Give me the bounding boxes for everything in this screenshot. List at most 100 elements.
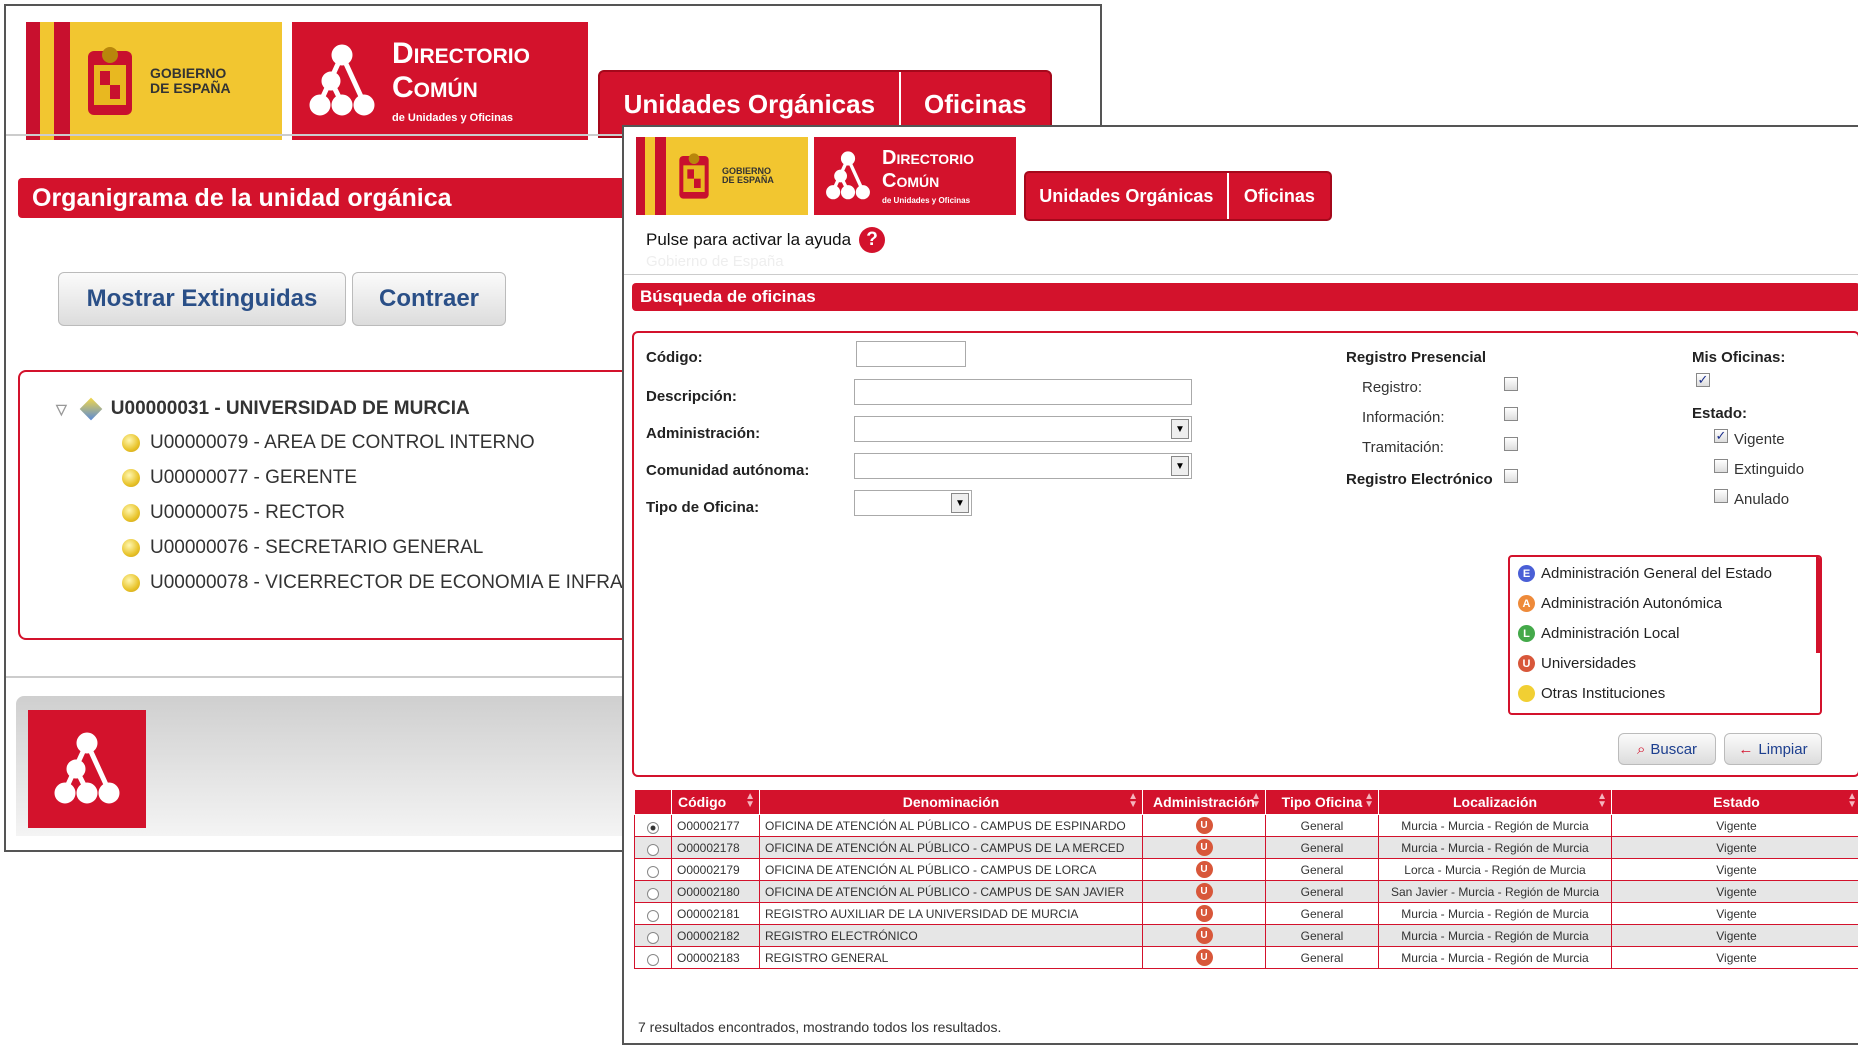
cell-administracion: U — [1143, 859, 1266, 881]
nav-unidades-organicas[interactable]: Unidades Orgánicas — [1026, 173, 1227, 219]
unit-bulb-icon — [122, 574, 140, 592]
table-row[interactable]: O00002183 REGISTRO GENERAL U General Mur… — [635, 947, 1858, 969]
coat-of-arms-icon — [70, 41, 150, 121]
cell-denominacion: OFICINA DE ATENCIÓN AL PÚBLICO - CAMPUS … — [760, 815, 1143, 837]
registro-checkbox[interactable] — [1504, 377, 1518, 391]
university-icon: U — [1196, 817, 1213, 834]
radio-button[interactable] — [647, 932, 659, 944]
network-icon — [292, 41, 392, 121]
extinguido-checkbox[interactable] — [1714, 459, 1728, 473]
cell-administracion: U — [1143, 925, 1266, 947]
sort-icon[interactable]: ▲▼ — [1847, 793, 1857, 809]
col-label: Administración — [1153, 794, 1255, 810]
cell-codigo: O00002178 — [672, 837, 760, 859]
radio-button[interactable] — [647, 866, 659, 878]
radio-button[interactable] — [647, 888, 659, 900]
radio-button[interactable] — [647, 954, 659, 966]
legend-item: AAdministración Autonómica — [1518, 595, 1722, 612]
row-select[interactable] — [635, 881, 672, 903]
unit-bulb-icon — [122, 504, 140, 522]
informacion-checkbox[interactable] — [1504, 407, 1518, 421]
gobierno-logo: GOBIERNO DE ESPAÑA — [26, 22, 282, 140]
cell-estado: Vigente — [1612, 859, 1858, 881]
cell-estado: Vigente — [1612, 837, 1858, 859]
mis-oficinas-label: Mis Oficinas: — [1692, 349, 1785, 366]
row-select[interactable] — [635, 925, 672, 947]
table-row[interactable]: O00002178 OFICINA DE ATENCIÓN AL PÚBLICO… — [635, 837, 1858, 859]
cube-icon — [79, 398, 102, 421]
gobierno-line1: GOBIERNO — [150, 66, 231, 81]
tramitacion-checkbox[interactable] — [1504, 437, 1518, 451]
col-tipo-oficina[interactable]: Tipo Oficina▲▼ — [1266, 790, 1379, 815]
tree-root[interactable]: ▽ U00000031 - UNIVERSIDAD DE MURCIA — [56, 398, 470, 420]
mis-oficinas-checkbox[interactable]: ✓ — [1696, 373, 1710, 387]
comunidad-select[interactable]: ▼ — [854, 453, 1192, 479]
radio-button[interactable] — [647, 910, 659, 922]
university-icon: U — [1518, 655, 1535, 672]
col-administracion[interactable]: Administración▲▼ — [1143, 790, 1266, 815]
administracion-label: Administración: — [646, 425, 760, 442]
show-extinct-button[interactable]: Mostrar Extinguidas — [58, 272, 346, 326]
tree-item-label: U00000077 - GERENTE — [150, 467, 357, 489]
tree-item[interactable]: U00000077 - GERENTE — [122, 467, 357, 489]
tree-item[interactable]: U00000078 - VICERRECTOR DE ECONOMIA E IN… — [122, 572, 623, 594]
anulado-checkbox[interactable] — [1714, 489, 1728, 503]
gobierno-line2: DE ESPAÑA — [150, 81, 231, 96]
registro-electronico-label: Registro Electrónico — [1346, 471, 1493, 488]
administracion-select[interactable]: ▼ — [854, 416, 1192, 442]
row-select[interactable] — [635, 903, 672, 925]
limpiar-button[interactable]: ←Limpiar — [1724, 733, 1822, 765]
sort-icon[interactable]: ▲▼ — [1251, 793, 1261, 809]
tipo-oficina-select[interactable]: ▼ — [854, 490, 972, 516]
table-row[interactable]: O00002182 REGISTRO ELECTRÓNICO U General… — [635, 925, 1858, 947]
col-denominacion[interactable]: Denominación▲▼ — [760, 790, 1143, 815]
col-localizacion[interactable]: Localización ▲▼ — [1379, 790, 1612, 815]
table-row[interactable]: O00002177 OFICINA DE ATENCIÓN AL PÚBLICO… — [635, 815, 1858, 837]
table-row[interactable]: O00002181 REGISTRO AUXILIAR DE LA UNIVER… — [635, 903, 1858, 925]
cell-codigo: O00002177 — [672, 815, 760, 837]
registro-electronico-checkbox[interactable] — [1504, 469, 1518, 483]
chevron-down-icon[interactable]: ▼ — [951, 493, 969, 513]
nav-oficinas[interactable]: Oficinas — [1227, 173, 1330, 219]
table-row[interactable]: O00002179 OFICINA DE ATENCIÓN AL PÚBLICO… — [635, 859, 1858, 881]
sort-icon[interactable]: ▲▼ — [1364, 793, 1374, 809]
legend-scrollbar[interactable] — [1816, 557, 1820, 653]
row-select[interactable] — [635, 815, 672, 837]
tree-item-label: U00000075 - RECTOR — [150, 502, 345, 524]
col-estado[interactable]: Estado▲▼ — [1612, 790, 1858, 815]
cell-tipo: General — [1266, 859, 1379, 881]
vigente-checkbox[interactable]: ✓ — [1714, 429, 1728, 443]
row-select[interactable] — [635, 947, 672, 969]
row-select[interactable] — [635, 859, 672, 881]
triangle-down-icon[interactable]: ▽ — [56, 401, 67, 418]
row-select[interactable] — [635, 837, 672, 859]
help-toggle[interactable]: Pulse para activar la ayuda ? — [646, 227, 885, 253]
chevron-down-icon[interactable]: ▼ — [1171, 419, 1189, 439]
university-icon: U — [1196, 905, 1213, 922]
section-title: Búsqueda de oficinas — [632, 283, 1858, 311]
tree-item[interactable]: U00000076 - SECRETARIO GENERAL — [122, 537, 483, 559]
sort-icon[interactable]: ▲▼ — [1597, 793, 1607, 809]
question-icon[interactable]: ? — [859, 227, 885, 253]
sort-icon[interactable]: ▲▼ — [1128, 793, 1138, 809]
col-codigo[interactable]: Código▲▼ — [672, 790, 760, 815]
table-row[interactable]: O00002180 OFICINA DE ATENCIÓN AL PÚBLICO… — [635, 881, 1858, 903]
collapse-button[interactable]: Contraer — [352, 272, 506, 326]
radio-button[interactable] — [647, 844, 659, 856]
descripcion-input[interactable] — [854, 379, 1192, 405]
cell-administracion: U — [1143, 837, 1266, 859]
network-icon — [814, 149, 882, 203]
sort-icon[interactable]: ▲▼ — [745, 793, 755, 809]
cell-denominacion: OFICINA DE ATENCIÓN AL PÚBLICO - CAMPUS … — [760, 859, 1143, 881]
legend-item: LAdministración Local — [1518, 625, 1679, 642]
radio-button[interactable] — [647, 822, 659, 834]
buscar-button[interactable]: ⌕Buscar — [1618, 733, 1716, 765]
cell-denominacion: REGISTRO ELECTRÓNICO — [760, 925, 1143, 947]
local-admin-icon: L — [1518, 625, 1535, 642]
col-label: Localización — [1453, 794, 1537, 810]
tree-item[interactable]: U00000079 - AREA DE CONTROL INTERNO — [122, 432, 535, 454]
chevron-down-icon[interactable]: ▼ — [1171, 456, 1189, 476]
flag-icon — [26, 22, 70, 140]
codigo-input[interactable] — [856, 341, 966, 367]
tree-item[interactable]: U00000075 - RECTOR — [122, 502, 345, 524]
